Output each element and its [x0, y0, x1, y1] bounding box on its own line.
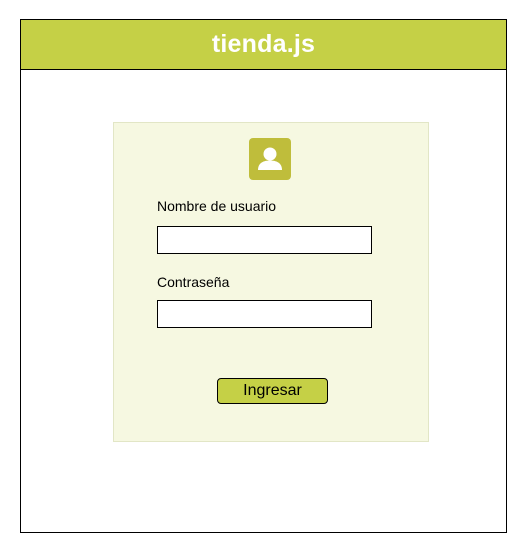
app-title: tienda.js — [211, 30, 316, 58]
password-label: Contraseña — [157, 274, 230, 290]
username-label: Nombre de usuario — [157, 198, 277, 214]
login-form: Nombre de usuario Contraseña Ingresar — [113, 122, 429, 442]
login-button[interactable]: Ingresar — [217, 378, 328, 404]
username-input[interactable] — [157, 226, 372, 254]
user-icon — [249, 138, 291, 180]
password-input[interactable] — [157, 300, 372, 328]
header-bar: tienda.js — [21, 20, 506, 70]
app-window: tienda.js Nombre de usuario Contraseña I… — [20, 19, 507, 533]
